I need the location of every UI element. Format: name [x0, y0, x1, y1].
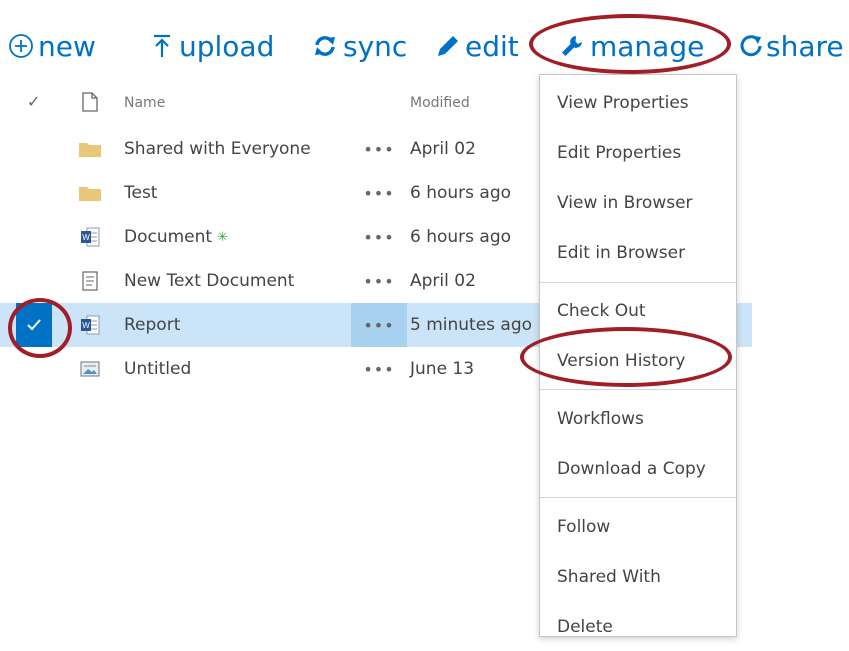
menu-item-check-out[interactable]: Check Out — [540, 287, 736, 335]
image-icon — [80, 361, 100, 377]
modified-date: 5 minutes ago — [410, 315, 533, 335]
wrench-icon — [562, 36, 582, 56]
sync-button[interactable]: sync — [313, 28, 407, 64]
menu-item-follow[interactable]: Follow — [540, 503, 736, 551]
new-item-badge: ✳ — [217, 229, 228, 245]
file-name[interactable]: Document — [124, 227, 212, 247]
text-document-icon — [82, 271, 98, 291]
menu-item-edit-properties[interactable]: Edit Properties — [540, 129, 736, 177]
file-name[interactable]: Shared with Everyone — [124, 127, 311, 171]
menu-divider — [540, 497, 736, 498]
modified-date: 6 hours ago — [410, 183, 512, 203]
manage-dropdown-menu: View Properties Edit Properties View in … — [539, 74, 737, 637]
menu-item-delete[interactable]: Delete — [540, 603, 736, 651]
svg-text:W: W — [82, 321, 90, 330]
file-name[interactable]: New Text Document — [124, 259, 294, 303]
menu-item-view-properties[interactable]: View Properties — [540, 79, 736, 127]
menu-divider — [540, 282, 736, 283]
upload-button[interactable]: upload — [151, 28, 274, 64]
modified-column-header[interactable]: Modified — [410, 95, 470, 111]
modified-date: April 02 — [410, 139, 476, 159]
folder-icon — [79, 187, 101, 201]
more-options-icon[interactable]: ••• — [351, 127, 407, 171]
select-all-check-icon[interactable]: ✓ — [27, 92, 40, 111]
edit-label: edit — [465, 29, 519, 63]
file-name[interactable]: Report — [124, 303, 180, 347]
menu-item-shared-with[interactable]: Shared With — [540, 553, 736, 601]
more-options-icon[interactable]: ••• — [351, 171, 407, 215]
svg-text:W: W — [82, 233, 90, 242]
sync-icon — [315, 36, 335, 56]
pencil-icon — [438, 36, 458, 56]
upload-arrow-icon — [154, 34, 170, 57]
menu-item-view-in-browser[interactable]: View in Browser — [540, 179, 736, 227]
more-options-icon[interactable]: ••• — [351, 215, 407, 259]
file-name[interactable]: Untitled — [124, 347, 191, 391]
modified-date: 6 hours ago — [410, 227, 512, 247]
share-icon — [740, 35, 762, 57]
name-column-header[interactable]: Name — [124, 95, 165, 111]
share-button[interactable]: share — [740, 28, 844, 64]
sync-label: sync — [343, 29, 408, 63]
more-options-icon[interactable]: ••• — [351, 303, 407, 347]
upload-label: upload — [179, 29, 275, 63]
checkmark-icon — [27, 319, 41, 331]
new-button[interactable]: new — [8, 28, 96, 64]
folder-icon — [79, 143, 101, 157]
modified-date: April 02 — [410, 271, 476, 291]
more-options-icon[interactable]: ••• — [351, 259, 407, 303]
file-type-icon — [82, 92, 98, 112]
word-document-icon: W — [81, 315, 100, 335]
manage-button[interactable]: manage — [560, 28, 704, 64]
menu-divider — [540, 389, 736, 390]
list-header: ✓ Name Modified — [0, 86, 530, 122]
share-label: share — [766, 29, 844, 63]
menu-item-workflows[interactable]: Workflows — [540, 395, 736, 443]
row-checkbox[interactable] — [16, 303, 52, 347]
menu-item-edit-in-browser[interactable]: Edit in Browser — [540, 229, 736, 277]
menu-item-download-a-copy[interactable]: Download a Copy — [540, 445, 736, 493]
plus-circle-icon — [9, 34, 33, 58]
modified-date: June 13 — [410, 359, 475, 379]
file-name[interactable]: Test — [124, 171, 157, 215]
more-options-icon[interactable]: ••• — [351, 347, 407, 391]
edit-button[interactable]: edit — [437, 28, 519, 64]
word-document-icon: W — [81, 227, 100, 247]
manage-label: manage — [590, 29, 705, 63]
new-label: new — [38, 29, 96, 63]
menu-item-version-history[interactable]: Version History — [540, 337, 736, 385]
